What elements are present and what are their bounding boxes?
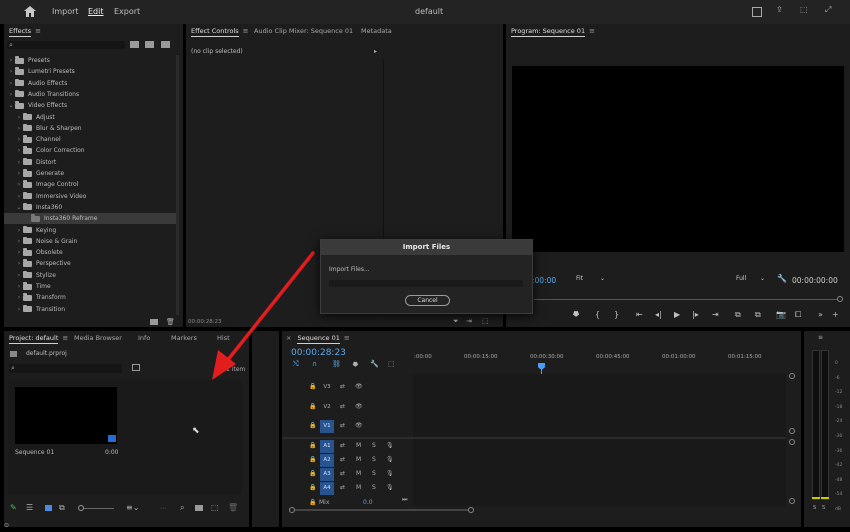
dialog-title: Import Files <box>402 243 451 251</box>
dialog-message: Import Files... <box>329 266 370 273</box>
import-files-dialog: Import Files Import Files... Cancel <box>320 239 533 314</box>
cancel-button[interactable]: Cancel <box>405 295 450 306</box>
status-icon: ⊙ <box>4 522 10 529</box>
import-progress-bar <box>329 280 523 287</box>
